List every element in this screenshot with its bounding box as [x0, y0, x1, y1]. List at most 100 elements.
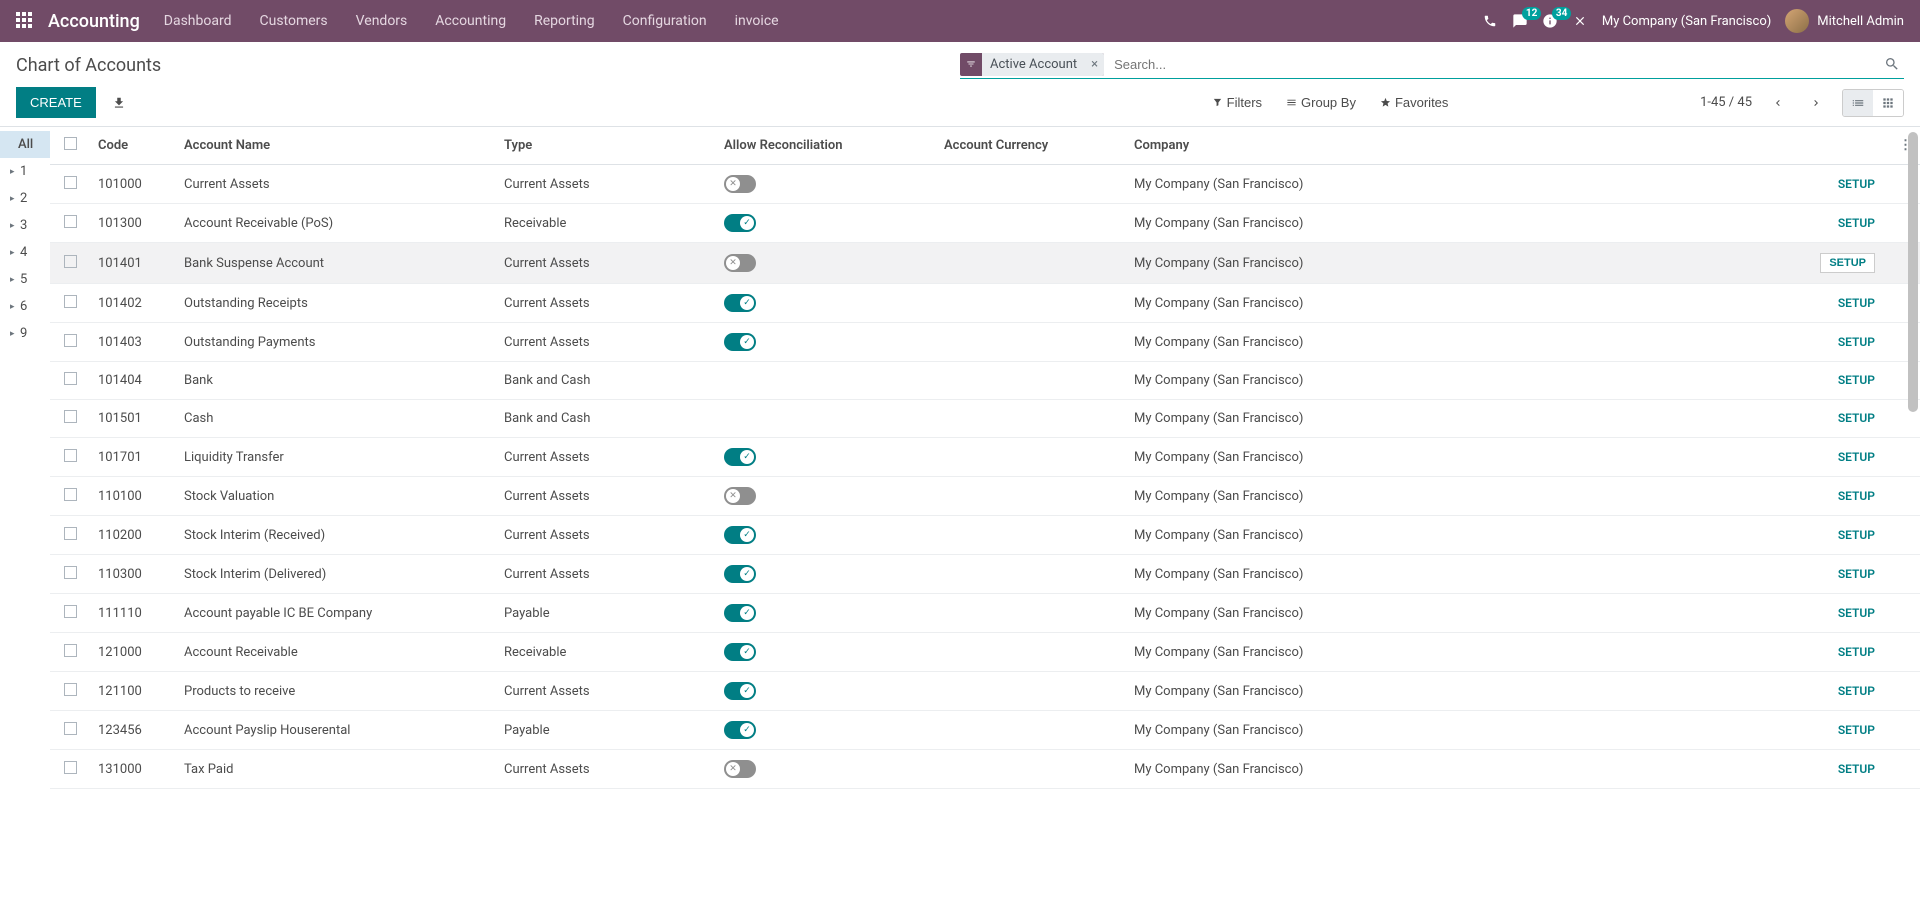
setup-button[interactable]: SETUP [1820, 253, 1875, 273]
table-row[interactable]: 123456Account Payslip HouserentalPayable… [50, 711, 1920, 750]
reconciliation-toggle[interactable]: ✓ [724, 333, 756, 351]
nav-customers[interactable]: Customers [260, 13, 328, 29]
table-row[interactable]: 110300Stock Interim (Delivered)Current A… [50, 555, 1920, 594]
pager-prev[interactable] [1766, 93, 1790, 113]
table-row[interactable]: 110100Stock ValuationCurrent Assets✕My C… [50, 477, 1920, 516]
debug-icon[interactable] [1572, 13, 1588, 29]
col-type[interactable]: Type [496, 127, 716, 165]
reconciliation-toggle[interactable]: ✕ [724, 175, 756, 193]
reconciliation-toggle[interactable]: ✕ [724, 760, 756, 778]
sidebar-item-3[interactable]: ▸3 [0, 212, 50, 239]
row-checkbox[interactable] [64, 683, 77, 696]
table-row[interactable]: 101404BankBank and CashMy Company (San F… [50, 362, 1920, 400]
row-checkbox[interactable] [64, 527, 77, 540]
groupby-button[interactable]: Group By [1286, 95, 1356, 110]
kanban-view-button[interactable] [1873, 90, 1903, 116]
nav-accounting[interactable]: Accounting [435, 13, 506, 29]
sidebar-item-5[interactable]: ▸5 [0, 266, 50, 293]
select-all-checkbox[interactable] [64, 137, 77, 150]
reconciliation-toggle[interactable]: ✓ [724, 721, 756, 739]
company-selector[interactable]: My Company (San Francisco) [1602, 14, 1771, 29]
col-reconciliation[interactable]: Allow Reconciliation [716, 127, 936, 165]
reconciliation-toggle[interactable]: ✕ [724, 487, 756, 505]
list-view-button[interactable] [1842, 89, 1874, 117]
row-checkbox[interactable] [64, 449, 77, 462]
table-row[interactable]: 111110Account payable IC BE CompanyPayab… [50, 594, 1920, 633]
setup-button[interactable]: SETUP [1838, 335, 1875, 349]
col-code[interactable]: Code [90, 127, 176, 165]
nav-dashboard[interactable]: Dashboard [164, 13, 232, 29]
table-row[interactable]: 101501CashBank and CashMy Company (San F… [50, 400, 1920, 438]
sidebar-item-1[interactable]: ▸1 [0, 158, 50, 185]
reconciliation-toggle[interactable]: ✓ [724, 643, 756, 661]
col-company[interactable]: Company [1126, 127, 1812, 165]
reconciliation-toggle[interactable]: ✓ [724, 526, 756, 544]
table-row[interactable]: 101300Account Receivable (PoS)Receivable… [50, 204, 1920, 243]
row-checkbox[interactable] [64, 295, 77, 308]
messages-icon[interactable]: 12 [1512, 13, 1528, 29]
row-checkbox[interactable] [64, 566, 77, 579]
col-currency[interactable]: Account Currency [936, 127, 1126, 165]
setup-button[interactable]: SETUP [1838, 645, 1875, 659]
create-button[interactable]: CREATE [16, 87, 96, 118]
reconciliation-toggle[interactable]: ✓ [724, 214, 756, 232]
row-checkbox[interactable] [64, 410, 77, 423]
favorites-button[interactable]: Favorites [1380, 95, 1448, 110]
reconciliation-toggle[interactable]: ✓ [724, 604, 756, 622]
sidebar-item-all[interactable]: All [0, 131, 50, 158]
row-checkbox[interactable] [64, 488, 77, 501]
setup-button[interactable]: SETUP [1838, 567, 1875, 581]
user-menu[interactable]: Mitchell Admin [1785, 9, 1904, 33]
row-checkbox[interactable] [64, 176, 77, 189]
setup-button[interactable]: SETUP [1838, 606, 1875, 620]
pager[interactable]: 1-45 / 45 [1700, 95, 1752, 110]
sidebar-item-6[interactable]: ▸6 [0, 293, 50, 320]
reconciliation-toggle[interactable]: ✕ [724, 254, 756, 272]
scrollbar-thumb[interactable] [1908, 132, 1918, 412]
app-brand[interactable]: Accounting [48, 11, 140, 32]
row-checkbox[interactable] [64, 761, 77, 774]
nav-invoice[interactable]: invoice [735, 13, 779, 29]
filters-button[interactable]: Filters [1212, 95, 1262, 110]
setup-button[interactable]: SETUP [1838, 723, 1875, 737]
table-row[interactable]: 101701Liquidity TransferCurrent Assets✓M… [50, 438, 1920, 477]
setup-button[interactable]: SETUP [1838, 528, 1875, 542]
reconciliation-toggle[interactable]: ✓ [724, 448, 756, 466]
setup-button[interactable]: SETUP [1838, 373, 1875, 387]
setup-button[interactable]: SETUP [1838, 177, 1875, 191]
phone-icon[interactable] [1482, 13, 1498, 29]
sidebar-item-4[interactable]: ▸4 [0, 239, 50, 266]
setup-button[interactable]: SETUP [1838, 684, 1875, 698]
table-row[interactable]: 121100Products to receiveCurrent Assets✓… [50, 672, 1920, 711]
table-row[interactable]: 101402Outstanding ReceiptsCurrent Assets… [50, 284, 1920, 323]
setup-button[interactable]: SETUP [1838, 489, 1875, 503]
table-row[interactable]: 110200Stock Interim (Received)Current As… [50, 516, 1920, 555]
setup-button[interactable]: SETUP [1838, 762, 1875, 776]
row-checkbox[interactable] [64, 215, 77, 228]
sidebar-item-9[interactable]: ▸9 [0, 320, 50, 347]
pager-next[interactable] [1804, 93, 1828, 113]
row-checkbox[interactable] [64, 722, 77, 735]
reconciliation-toggle[interactable]: ✓ [724, 294, 756, 312]
setup-button[interactable]: SETUP [1838, 296, 1875, 310]
nav-configuration[interactable]: Configuration [623, 13, 707, 29]
search-view[interactable]: Active Account × [960, 52, 1904, 79]
col-name[interactable]: Account Name [176, 127, 496, 165]
row-checkbox[interactable] [64, 334, 77, 347]
activities-icon[interactable]: 34 [1542, 13, 1558, 29]
row-checkbox[interactable] [64, 644, 77, 657]
table-row[interactable]: 101401Bank Suspense AccountCurrent Asset… [50, 243, 1920, 284]
setup-button[interactable]: SETUP [1838, 411, 1875, 425]
apps-menu-icon[interactable] [16, 12, 34, 30]
row-checkbox[interactable] [64, 255, 77, 268]
nav-reporting[interactable]: Reporting [534, 13, 595, 29]
nav-vendors[interactable]: Vendors [356, 13, 408, 29]
table-row[interactable]: 121000Account ReceivableReceivable✓My Co… [50, 633, 1920, 672]
reconciliation-toggle[interactable]: ✓ [724, 682, 756, 700]
table-row[interactable]: 101403Outstanding PaymentsCurrent Assets… [50, 323, 1920, 362]
sidebar-item-2[interactable]: ▸2 [0, 185, 50, 212]
search-input[interactable] [1110, 53, 1880, 76]
table-row[interactable]: 101000Current AssetsCurrent Assets✕My Co… [50, 165, 1920, 204]
import-button[interactable] [108, 92, 130, 114]
setup-button[interactable]: SETUP [1838, 450, 1875, 464]
